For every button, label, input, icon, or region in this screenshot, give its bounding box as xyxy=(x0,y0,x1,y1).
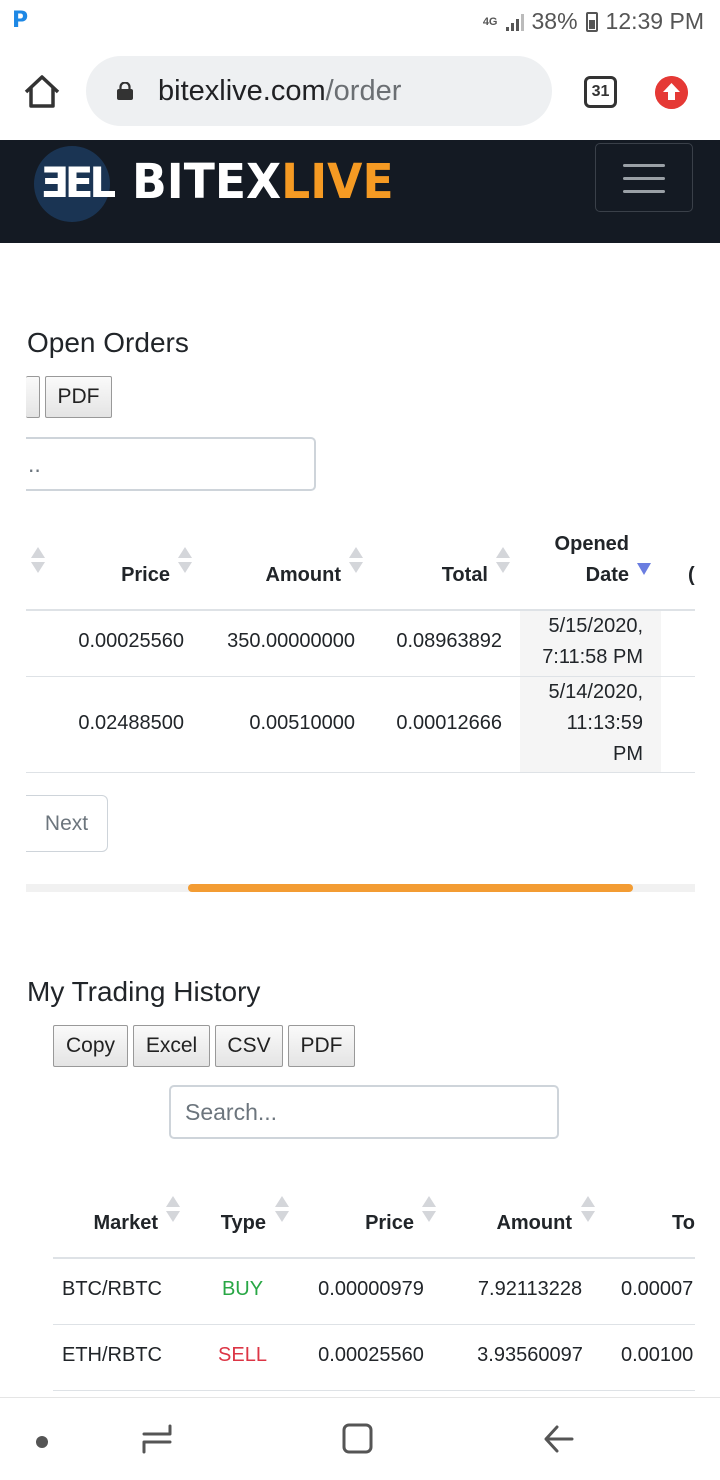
network-type: 4G xyxy=(482,15,498,28)
menu-icon-bar xyxy=(623,190,665,193)
url-domain: bitexlive.com xyxy=(158,75,326,107)
battery-icon xyxy=(585,11,598,32)
trade-amount: 3.93560097 xyxy=(477,1344,583,1366)
col-header-partial: ( xyxy=(688,564,695,586)
system-navigation-bar xyxy=(0,1397,720,1480)
status-bar: P 4G 38% 12:39 PM xyxy=(0,0,720,44)
open-orders-search-input[interactable]: .. xyxy=(26,437,316,491)
logo-word-live: LIVE xyxy=(281,154,394,210)
trade-type: BUY xyxy=(221,1278,264,1300)
order-date-line: 5/14/2020, xyxy=(548,681,643,703)
col-header-opened[interactable]: Opened xyxy=(520,533,629,556)
logo-wordmark: BITEXLIVE xyxy=(132,154,394,210)
col-header-amount[interactable]: Amount xyxy=(200,564,341,587)
url-text: bitexlive.com/order xyxy=(158,75,401,108)
app-notification-icon: P xyxy=(12,8,29,33)
order-price: 0.02488500 xyxy=(78,712,184,734)
sort-icon[interactable] xyxy=(581,1196,595,1224)
status-indicators: 4G 38% 12:39 PM xyxy=(483,8,704,35)
order-date-line: 5/15/2020, xyxy=(548,615,643,637)
menu-icon-bar xyxy=(623,177,665,180)
trade-total: 0.00007 xyxy=(621,1278,694,1300)
nav-dot-icon[interactable] xyxy=(36,1436,48,1448)
battery-percent: 38% xyxy=(531,8,578,34)
col-header-total[interactable]: Total xyxy=(370,564,488,587)
excel-button[interactable]: Excel xyxy=(133,1025,210,1067)
export-button-partial[interactable] xyxy=(26,376,40,418)
menu-icon-bar xyxy=(623,164,665,167)
order-price: 0.00025560 xyxy=(78,630,184,652)
trading-history-title: My Trading History xyxy=(27,976,261,1007)
order-date-line: 7:11:58 PM xyxy=(542,646,643,668)
table-divider xyxy=(26,772,695,773)
home-icon[interactable] xyxy=(22,72,62,112)
col-header-price[interactable]: Price xyxy=(300,1212,414,1235)
col-header-market[interactable]: Market xyxy=(60,1212,158,1235)
update-icon[interactable] xyxy=(655,76,688,109)
order-date-line: PM xyxy=(613,743,643,765)
order-total: 0.08963892 xyxy=(396,630,502,652)
menu-toggle-button[interactable] xyxy=(595,143,693,212)
trade-market: ETH/RBTC xyxy=(62,1344,162,1366)
table-divider xyxy=(53,1390,695,1391)
browser-toolbar: bitexlive.com/order 31 xyxy=(0,44,720,140)
clock: 12:39 PM xyxy=(605,8,704,34)
order-amount: 0.00510000 xyxy=(249,712,355,734)
pdf-button[interactable]: PDF xyxy=(288,1025,355,1067)
sort-icon[interactable] xyxy=(178,547,192,575)
trade-price: 0.00025560 xyxy=(318,1344,424,1366)
logo-mark: ƎEL xyxy=(40,157,116,207)
col-header-total[interactable]: To xyxy=(672,1212,695,1235)
signal-icon xyxy=(505,13,524,31)
table-divider xyxy=(53,1324,695,1325)
pdf-button[interactable]: PDF xyxy=(45,376,112,418)
sort-icon[interactable] xyxy=(166,1196,180,1224)
trade-market: BTC/RBTC xyxy=(62,1278,162,1300)
sort-icon[interactable] xyxy=(422,1196,436,1224)
bitexlive-logo[interactable]: ƎEL BITEXLIVE xyxy=(34,146,408,222)
trade-type: SELL xyxy=(218,1344,267,1366)
order-amount: 350.00000000 xyxy=(227,630,355,652)
col-header-type[interactable]: Type xyxy=(195,1212,266,1235)
home-nav-icon[interactable] xyxy=(341,1422,375,1456)
tab-switcher-button[interactable]: 31 xyxy=(584,76,617,108)
sort-desc-icon[interactable] xyxy=(637,563,651,575)
sort-icon[interactable] xyxy=(31,547,45,575)
sort-icon[interactable] xyxy=(275,1196,289,1224)
table-divider xyxy=(53,1257,695,1259)
horizontal-scrollbar-thumb[interactable] xyxy=(188,884,633,892)
url-path: /order xyxy=(325,75,402,107)
recent-apps-icon[interactable] xyxy=(140,1422,174,1456)
csv-button[interactable]: CSV xyxy=(215,1025,283,1067)
sort-icon[interactable] xyxy=(349,547,363,575)
col-header-price[interactable]: Price xyxy=(60,564,170,587)
trade-total: 0.00100 xyxy=(621,1344,694,1366)
back-icon[interactable] xyxy=(541,1422,575,1456)
order-total: 0.00012666 xyxy=(396,712,502,734)
next-page-button[interactable]: Next xyxy=(26,795,108,852)
site-navbar: ƎEL BITEXLIVE xyxy=(0,140,720,243)
open-orders-title: Open Orders xyxy=(27,327,189,358)
sort-icon[interactable] xyxy=(496,547,510,575)
logo-word-bitex: BITEX xyxy=(132,154,282,210)
trade-amount: 7.92113228 xyxy=(477,1278,583,1300)
trading-history-search-input[interactable]: Search... xyxy=(169,1085,559,1139)
col-header-amount[interactable]: Amount xyxy=(450,1212,572,1235)
address-bar[interactable]: bitexlive.com/order xyxy=(86,56,552,126)
col-header-date[interactable]: Date xyxy=(520,564,629,587)
order-date-line: 11:13:59 xyxy=(566,712,643,734)
trade-price: 0.00000979 xyxy=(318,1278,424,1300)
copy-button[interactable]: Copy xyxy=(53,1025,128,1067)
lock-icon xyxy=(117,82,133,100)
